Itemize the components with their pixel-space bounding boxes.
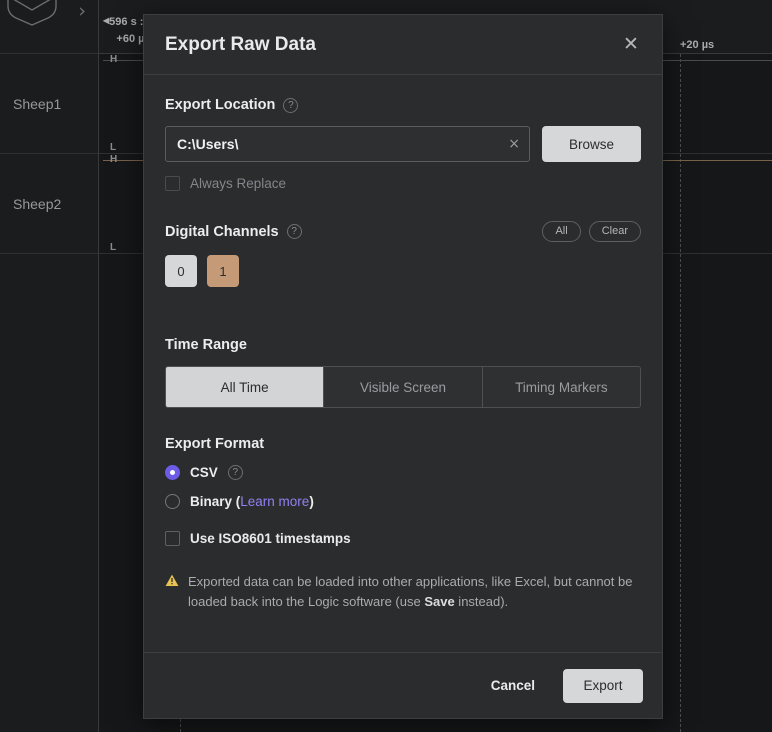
- export-location-input[interactable]: [166, 136, 529, 152]
- binary-radio[interactable]: [165, 494, 180, 509]
- warning-text-part2: instead).: [454, 594, 509, 610]
- binary-suffix: ): [309, 494, 314, 509]
- export-button[interactable]: Export: [563, 668, 643, 703]
- iso8601-checkbox-row[interactable]: Use ISO8601 timestamps: [165, 531, 641, 546]
- digital-channels-title: Digital Channels: [165, 223, 279, 240]
- channel-chip-0[interactable]: 0: [165, 255, 197, 287]
- iso8601-checkbox[interactable]: [165, 531, 180, 546]
- export-location-input-wrap[interactable]: ×: [165, 126, 530, 162]
- channel-bulk-actions: All Clear: [542, 221, 641, 242]
- select-all-channels-button[interactable]: All: [542, 221, 581, 242]
- time-range-option-visible-screen[interactable]: Visible Screen: [324, 367, 483, 407]
- export-format-title: Export Format: [165, 436, 265, 452]
- warning-text-bold: Save: [424, 594, 455, 610]
- csv-label: CSV: [190, 465, 218, 480]
- binary-label: Binary (Learn more): [190, 494, 314, 509]
- digital-channels-header: Digital Channels ? All Clear: [165, 221, 641, 242]
- digital-channel-chips: 0 1: [165, 255, 641, 287]
- help-icon[interactable]: ?: [283, 97, 299, 113]
- binary-prefix: Binary (: [190, 494, 241, 509]
- format-option-csv[interactable]: CSV ?: [165, 465, 641, 480]
- clear-icon[interactable]: ×: [508, 137, 520, 151]
- export-raw-data-dialog: Export Raw Data ✕ Export Location ? × Br…: [143, 14, 663, 719]
- dialog-footer: Cancel Export: [144, 652, 662, 718]
- warning-box: Exported data can be loaded into other a…: [165, 572, 641, 612]
- dialog-title: Export Raw Data: [165, 33, 316, 55]
- always-replace-checkbox[interactable]: [165, 176, 180, 191]
- always-replace-label: Always Replace: [190, 176, 287, 191]
- dialog-body: Export Location ? × Browse Always Replac…: [144, 75, 662, 652]
- export-location-row: × Browse: [165, 126, 641, 162]
- help-icon[interactable]: ?: [286, 224, 302, 239]
- export-location-header: Export Location ?: [165, 97, 641, 113]
- time-range-title: Time Range: [165, 337, 247, 353]
- always-replace-checkbox-row[interactable]: Always Replace: [165, 176, 641, 191]
- close-icon[interactable]: ✕: [618, 32, 644, 58]
- time-range-option-all-time[interactable]: All Time: [166, 367, 325, 407]
- help-icon[interactable]: ?: [227, 465, 243, 480]
- warning-text-part1: Exported data can be loaded into other a…: [188, 574, 633, 610]
- format-option-binary[interactable]: Binary (Learn more): [165, 494, 641, 509]
- time-range-header: Time Range: [165, 337, 641, 353]
- channel-chip-1[interactable]: 1: [207, 255, 239, 287]
- warning-triangle-icon: [165, 574, 179, 612]
- modal-overlay: Export Raw Data ✕ Export Location ? × Br…: [0, 0, 772, 732]
- cancel-button[interactable]: Cancel: [481, 670, 545, 701]
- export-format-header: Export Format: [165, 436, 641, 452]
- export-location-title: Export Location: [165, 97, 276, 113]
- warning-text: Exported data can be loaded into other a…: [188, 572, 641, 612]
- csv-radio[interactable]: [165, 465, 180, 480]
- iso8601-label: Use ISO8601 timestamps: [190, 531, 351, 546]
- clear-channels-button[interactable]: Clear: [588, 221, 641, 242]
- time-range-option-timing-markers[interactable]: Timing Markers: [482, 367, 640, 407]
- dialog-header: Export Raw Data ✕: [144, 15, 662, 75]
- time-range-segmented-control: All Time Visible Screen Timing Markers: [165, 366, 641, 408]
- browse-button[interactable]: Browse: [542, 126, 641, 162]
- learn-more-link[interactable]: Learn more: [240, 494, 309, 509]
